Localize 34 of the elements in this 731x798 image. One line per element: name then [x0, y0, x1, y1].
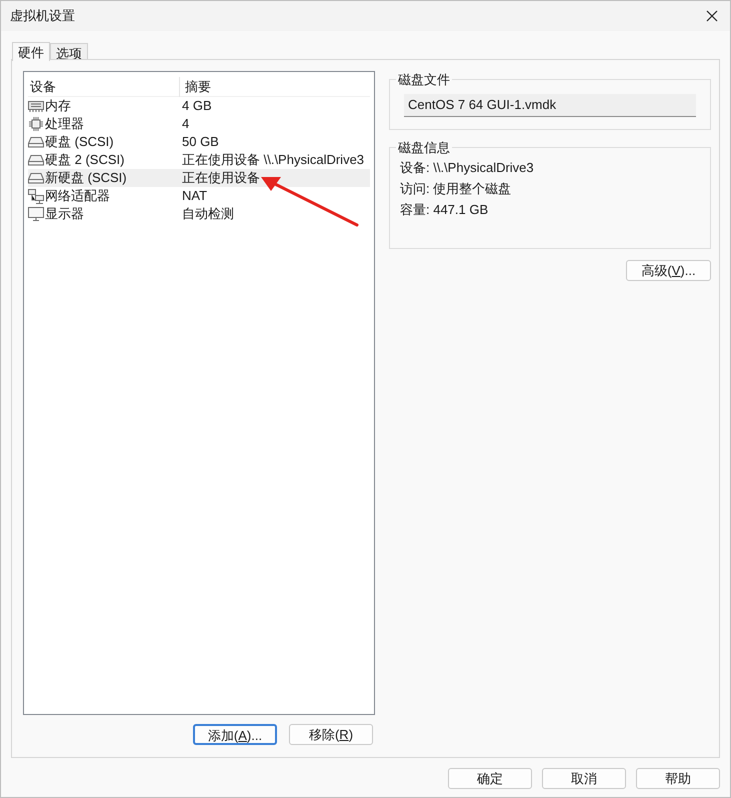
device-summary: 正在使用设备 \\.\PhysicalDrive3	[182, 151, 364, 170]
disk-file-field: CentOS 7 64 GUI-1.vmdk	[404, 94, 696, 117]
device-summary: 自动检测	[182, 205, 234, 224]
dialog-button[interactable]: 帮助	[636, 768, 720, 789]
close-icon	[706, 10, 718, 22]
device-name: 新硬盘 (SCSI)	[44, 169, 128, 188]
advanced-button[interactable]: 高级(V)...	[626, 260, 711, 281]
add-button[interactable]: 添加(A)...	[193, 724, 277, 745]
remove-button[interactable]: 移除(R)	[289, 724, 373, 745]
tab[interactable]: 硬件	[12, 42, 50, 61]
device-name: 内存	[44, 97, 72, 116]
device-name: 硬盘 (SCSI)	[44, 133, 115, 152]
disk-info-line: 容量: 447.1 GB	[400, 201, 490, 218]
device-summary: NAT	[182, 187, 208, 206]
memory-module-icon	[28, 100, 44, 112]
dialog-button[interactable]: 取消	[542, 768, 626, 789]
monitor-icon	[28, 207, 44, 221]
dialog-button[interactable]: 确定	[448, 768, 532, 789]
close-button[interactable]	[704, 8, 720, 24]
disk-info-line: 访问: 使用整个磁盘	[400, 180, 512, 197]
disk-info-line: 设备: \\.\PhysicalDrive3	[400, 159, 535, 176]
device-name: 网络适配器	[44, 187, 111, 206]
window-title: 虚拟机设置	[10, 7, 75, 26]
column-header[interactable]: 摘要	[180, 76, 370, 96]
device-name: 处理器	[44, 115, 85, 134]
device-summary: 4 GB	[182, 97, 212, 116]
chip-icon	[29, 117, 43, 131]
device-summary: 50 GB	[182, 133, 219, 152]
device-name: 硬盘 2 (SCSI)	[44, 151, 126, 170]
device-name: 显示器	[44, 205, 85, 224]
device-summary: 正在使用设备	[182, 169, 260, 188]
device-row[interactable]: 新硬盘 (SCSI) 正在使用设备	[28, 169, 370, 187]
network-icon	[28, 188, 44, 204]
device-summary: 4	[182, 115, 190, 134]
